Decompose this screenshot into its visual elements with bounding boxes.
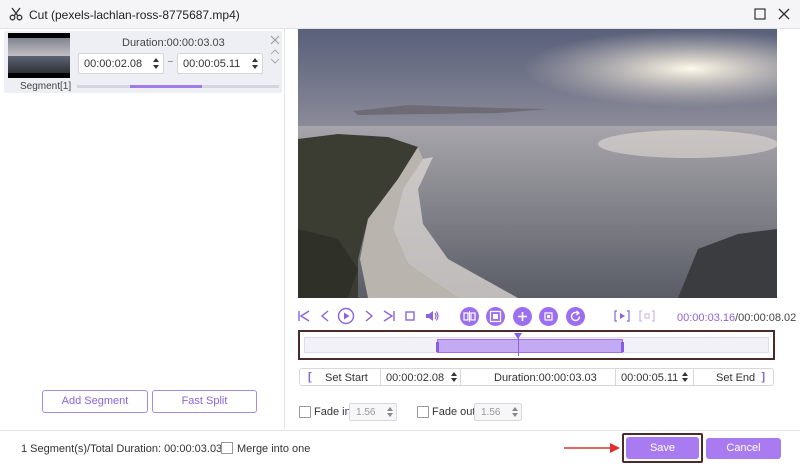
close-icon[interactable]: [776, 6, 792, 22]
range-end-input[interactable]: 00:00:05.11: [621, 372, 678, 384]
plus-icon: [518, 312, 527, 321]
cancel-button[interactable]: Cancel: [706, 438, 781, 459]
end-bracket-icon: ]: [761, 371, 765, 383]
start-bracket-icon: [: [308, 371, 312, 383]
reset-button[interactable]: [566, 307, 585, 326]
chevron-down-icon[interactable]: [270, 57, 280, 65]
save-button[interactable]: Save: [626, 437, 699, 459]
stepper-icon[interactable]: [681, 370, 689, 384]
stepper-icon[interactable]: [511, 405, 519, 419]
footer-bar: 1 Segment(s)/Total Duration: 00:00:03.03…: [0, 430, 800, 474]
playhead-marker[interactable]: [514, 333, 522, 339]
red-arrow-icon: [564, 443, 620, 453]
segment-position-fill: [130, 85, 202, 88]
video-preview: [298, 29, 777, 298]
segment-start-input[interactable]: 00:00:02.08: [78, 53, 164, 74]
timeline-track[interactable]: [304, 333, 769, 356]
volume-icon[interactable]: [424, 308, 440, 324]
crop-frame-button[interactable]: [486, 307, 505, 326]
fade-out-input[interactable]: 1.56: [474, 403, 522, 421]
split-clip-button[interactable]: [460, 307, 479, 326]
divider: [460, 369, 461, 385]
reset-icon: [570, 310, 581, 322]
stepper-icon[interactable]: [251, 56, 259, 71]
total-time: /00:00:08.02: [735, 312, 797, 324]
fade-out-label: Fade out: [432, 406, 476, 418]
merge-label: Merge into one: [237, 443, 311, 455]
chevron-up-icon[interactable]: [270, 48, 280, 56]
current-time: 00:00:03.16: [677, 312, 736, 324]
maximize-icon[interactable]: [752, 6, 768, 22]
segment-thumbnail: [8, 33, 70, 78]
segment-position-bar: [77, 85, 279, 88]
segment-duration: Duration:00:00:03.03: [122, 37, 225, 49]
loop-segment-icon[interactable]: [639, 308, 655, 324]
divider: [693, 369, 694, 385]
add-button[interactable]: [513, 307, 532, 326]
play-icon[interactable]: [337, 307, 355, 325]
copy-button[interactable]: [539, 307, 558, 326]
stepper-icon[interactable]: [152, 56, 160, 71]
editor-controls: 00:00:03.16/00:00:08.02 [ Set Start 00:0…: [285, 298, 800, 430]
go-to-start-marker-icon[interactable]: [614, 308, 630, 324]
title-bar: Cut (pexels-lachlan-ross-8775687.mp4): [0, 0, 800, 29]
skip-to-start-icon[interactable]: [296, 308, 312, 324]
frame-icon: [489, 310, 502, 323]
segment-end-input[interactable]: 00:00:05.11: [177, 53, 263, 74]
add-segment-button[interactable]: Add Segment: [42, 390, 148, 413]
segment-label: Segment[1]: [20, 81, 72, 92]
copy-icon: [544, 312, 553, 321]
window-title: Cut (pexels-lachlan-ross-8775687.mp4): [29, 8, 240, 22]
timeline-selection[interactable]: [436, 339, 624, 353]
stepper-icon[interactable]: [386, 405, 394, 419]
divider: [380, 369, 381, 385]
fade-in-checkbox[interactable]: [299, 406, 311, 418]
range-controls: [ Set Start 00:00:02.08 Duration:00:00:0…: [299, 368, 774, 386]
scissors-icon: [9, 7, 23, 21]
fade-in-input[interactable]: 1.56: [349, 403, 397, 421]
time-separator: [168, 61, 173, 62]
segment-list-panel: Duration:00:00:03.03 00:00:02.08 00:00:0…: [0, 29, 285, 430]
selection-start-handle[interactable]: [436, 342, 439, 352]
segment-item[interactable]: Duration:00:00:03.03 00:00:02.08 00:00:0…: [4, 31, 282, 93]
timeline-highlight-frame: [298, 330, 775, 360]
fast-split-button[interactable]: Fast Split: [152, 390, 257, 413]
selection-end-handle[interactable]: [621, 342, 624, 352]
range-start-input[interactable]: 00:00:02.08: [386, 372, 444, 384]
previous-frame-icon[interactable]: [317, 308, 333, 324]
next-frame-icon[interactable]: [361, 308, 377, 324]
delete-segment-icon[interactable]: [270, 35, 280, 45]
stepper-icon[interactable]: [450, 370, 458, 384]
merge-checkbox[interactable]: [221, 442, 233, 454]
skip-to-end-icon[interactable]: [381, 308, 397, 324]
time-readout: 00:00:03.16/00:00:08.02: [677, 312, 796, 324]
fade-in-label: Fade in: [314, 406, 351, 418]
split-icon: [463, 311, 476, 322]
range-duration: Duration:00:00:03.03: [494, 372, 597, 384]
set-end-button[interactable]: Set End: [716, 372, 755, 384]
segment-stats: 1 Segment(s)/Total Duration: 00:00:03.03: [21, 443, 223, 455]
stop-icon[interactable]: [402, 308, 418, 324]
set-start-button[interactable]: Set Start: [325, 372, 368, 384]
fade-out-checkbox[interactable]: [417, 406, 429, 418]
divider: [615, 369, 616, 385]
